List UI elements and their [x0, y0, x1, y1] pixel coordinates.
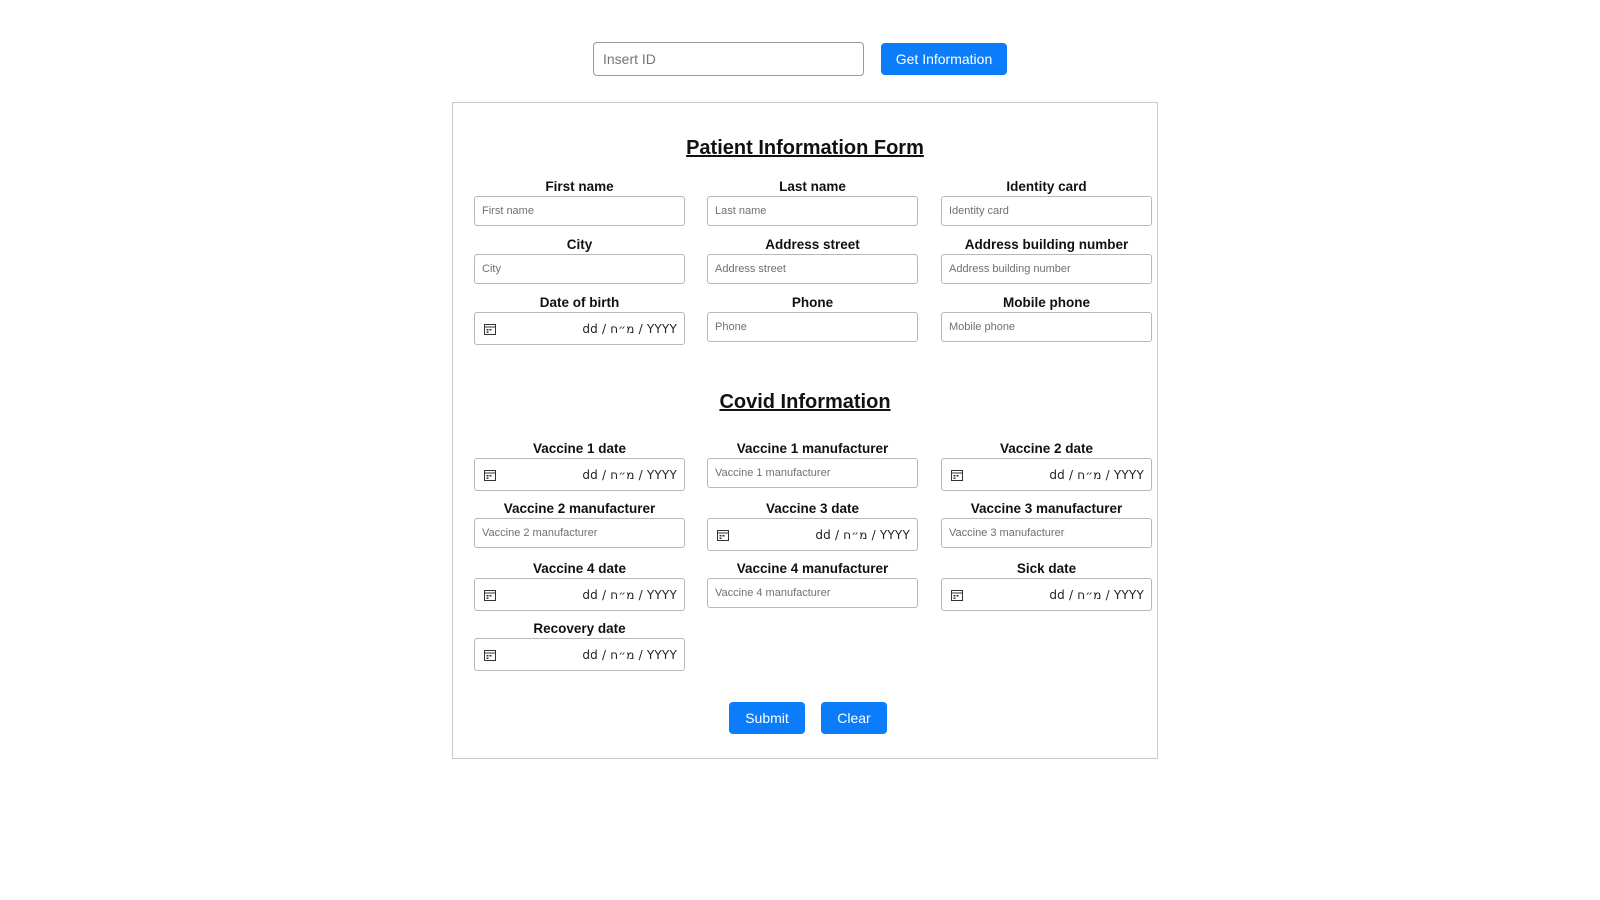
calendar-icon[interactable]	[484, 469, 496, 481]
vaccine-2-manufacturer-input[interactable]	[474, 518, 685, 548]
calendar-icon[interactable]	[484, 589, 496, 601]
phone-field: Phone	[707, 295, 918, 342]
vaccine-4-date-format: dd / מ״ח / YYYY	[582, 587, 677, 602]
first-name-input[interactable]	[474, 196, 685, 226]
calendar-icon[interactable]	[484, 323, 496, 335]
first-name-field: First name	[474, 179, 685, 226]
phone-label: Phone	[791, 295, 834, 310]
address-street-label: Address street	[765, 237, 860, 252]
identity-card-field: Identity card	[941, 179, 1152, 226]
city-input[interactable]	[474, 254, 685, 284]
get-information-button[interactable]: Get Information	[881, 43, 1007, 75]
vaccine-3-date-format: dd / מ״ח / YYYY	[815, 527, 910, 542]
sick-date-field: Sick date dd / מ״ח / YYYY	[941, 561, 1152, 611]
vaccine-1-manufacturer-field: Vaccine 1 manufacturer	[707, 441, 918, 488]
address-street-input[interactable]	[707, 254, 918, 284]
vaccine-3-date-field: Vaccine 3 date dd / מ״ח / YYYY	[707, 501, 918, 551]
sick-date-format: dd / מ״ח / YYYY	[1049, 587, 1144, 602]
identity-card-label: Identity card	[1006, 179, 1087, 194]
last-name-label: Last name	[779, 179, 846, 194]
vaccine-3-manufacturer-input[interactable]	[941, 518, 1152, 548]
vaccine-4-date-label: Vaccine 4 date	[532, 561, 627, 576]
sick-date-label: Sick date	[1016, 561, 1077, 576]
vaccine-1-date-input[interactable]: dd / מ״ח / YYYY	[474, 458, 685, 491]
vaccine-1-manufacturer-label: Vaccine 1 manufacturer	[736, 441, 889, 456]
date-of-birth-label: Date of birth	[539, 295, 620, 310]
vaccine-3-date-input[interactable]: dd / מ״ח / YYYY	[707, 518, 918, 551]
first-name-label: First name	[545, 179, 614, 194]
mobile-phone-label: Mobile phone	[1003, 295, 1090, 310]
date-of-birth-input[interactable]: dd / מ״ח / YYYY	[474, 312, 685, 345]
sick-date-input[interactable]: dd / מ״ח / YYYY	[941, 578, 1152, 611]
last-name-field: Last name	[707, 179, 918, 226]
patient-form-title: Patient Information Form	[686, 137, 924, 159]
vaccine-2-date-format: dd / מ״ח / YYYY	[1049, 467, 1144, 482]
recovery-date-format: dd / מ״ח / YYYY	[582, 647, 677, 662]
vaccine-1-date-format: dd / מ״ח / YYYY	[582, 467, 677, 482]
vaccine-4-date-field: Vaccine 4 date dd / מ״ח / YYYY	[474, 561, 685, 611]
vaccine-3-manufacturer-label: Vaccine 3 manufacturer	[970, 501, 1123, 516]
calendar-icon[interactable]	[717, 529, 729, 541]
recovery-date-label: Recovery date	[533, 621, 626, 636]
vaccine-4-manufacturer-input[interactable]	[707, 578, 918, 608]
address-street-field: Address street	[707, 237, 918, 284]
calendar-icon[interactable]	[951, 469, 963, 481]
vaccine-4-manufacturer-label: Vaccine 4 manufacturer	[736, 561, 889, 576]
date-of-birth-field: Date of birth dd / מ״ח / YYYY	[474, 295, 685, 345]
submit-button[interactable]: Submit	[729, 702, 805, 734]
vaccine-1-date-label: Vaccine 1 date	[532, 441, 627, 456]
phone-input[interactable]	[707, 312, 918, 342]
address-building-input[interactable]	[941, 254, 1152, 284]
address-building-field: Address building number	[941, 237, 1152, 284]
vaccine-2-manufacturer-field: Vaccine 2 manufacturer	[474, 501, 685, 548]
city-label: City	[566, 237, 593, 252]
vaccine-2-manufacturer-label: Vaccine 2 manufacturer	[503, 501, 656, 516]
vaccine-2-date-field: Vaccine 2 date dd / מ״ח / YYYY	[941, 441, 1152, 491]
patient-form-card: Patient Information Form First name Last…	[452, 102, 1158, 759]
recovery-date-input[interactable]: dd / מ״ח / YYYY	[474, 638, 685, 671]
clear-button[interactable]: Clear	[821, 702, 887, 734]
mobile-phone-field: Mobile phone	[941, 295, 1152, 342]
city-field: City	[474, 237, 685, 284]
calendar-icon[interactable]	[484, 649, 496, 661]
vaccine-3-manufacturer-field: Vaccine 3 manufacturer	[941, 501, 1152, 548]
vaccine-2-date-label: Vaccine 2 date	[999, 441, 1094, 456]
date-of-birth-format: dd / מ״ח / YYYY	[582, 321, 677, 336]
vaccine-4-date-input[interactable]: dd / מ״ח / YYYY	[474, 578, 685, 611]
covid-section-title: Covid Information	[719, 391, 891, 413]
recovery-date-field: Recovery date dd / מ״ח / YYYY	[474, 621, 685, 671]
id-input[interactable]	[593, 42, 864, 76]
mobile-phone-input[interactable]	[941, 312, 1152, 342]
vaccine-3-date-label: Vaccine 3 date	[765, 501, 860, 516]
vaccine-1-manufacturer-input[interactable]	[707, 458, 918, 488]
last-name-input[interactable]	[707, 196, 918, 226]
vaccine-1-date-field: Vaccine 1 date dd / מ״ח / YYYY	[474, 441, 685, 491]
identity-card-input[interactable]	[941, 196, 1152, 226]
id-lookup-bar: Get Information	[0, 42, 1600, 76]
vaccine-2-date-input[interactable]: dd / מ״ח / YYYY	[941, 458, 1152, 491]
vaccine-4-manufacturer-field: Vaccine 4 manufacturer	[707, 561, 918, 608]
calendar-icon[interactable]	[951, 589, 963, 601]
address-building-label: Address building number	[964, 237, 1129, 252]
